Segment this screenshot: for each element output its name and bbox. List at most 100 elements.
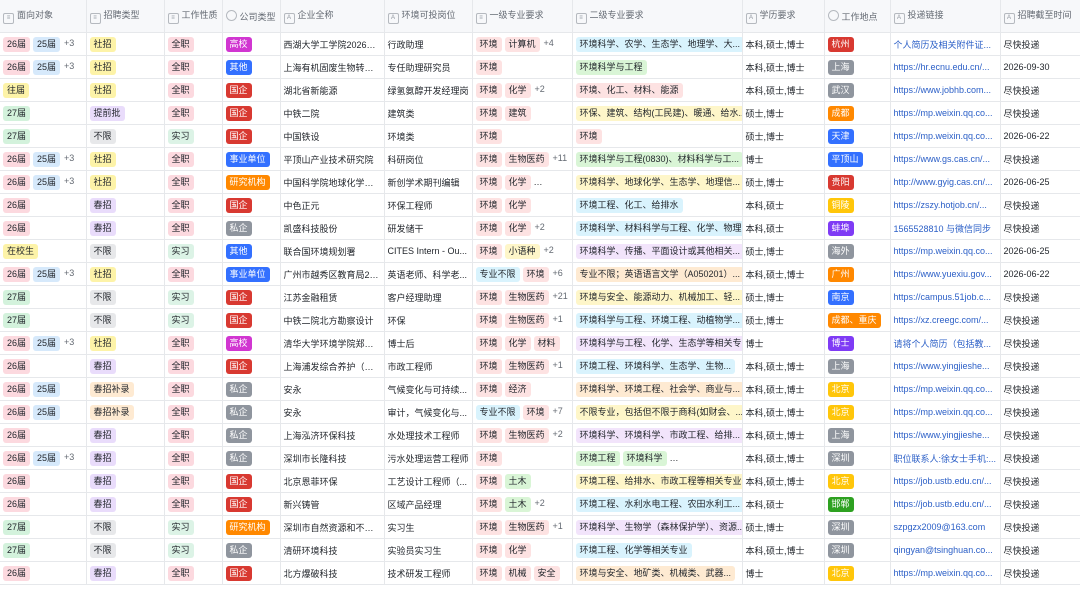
- column-header[interactable]: ≡ 一级专业要求: [472, 0, 573, 33]
- major1-cell[interactable]: 环境 土木 +2: [472, 492, 573, 516]
- column-header[interactable]: ≡ 工作性质: [164, 0, 223, 33]
- position-cell[interactable]: 新创学术期刊编辑: [384, 170, 473, 194]
- table-row[interactable]: 26届 春招 全职 国企 中色正元 环保工程师 环境 化学 环境工程、化工、给排水 本科,硕士 铜陵…: [0, 193, 1080, 217]
- loc-cell[interactable]: 南京: [824, 285, 891, 309]
- ctype-cell[interactable]: 研究机构: [222, 515, 281, 539]
- company-cell[interactable]: 凯盛科技股份: [280, 216, 385, 240]
- table-row[interactable]: 26届 25届 春招补录 全职 私企 安永 气候变化与可持续... 环境 经济 环境科学、环境工程…: [0, 377, 1080, 401]
- loc-cell[interactable]: 平顶山: [824, 147, 891, 171]
- nature-cell[interactable]: 全职: [164, 492, 223, 516]
- nature-cell[interactable]: 全职: [164, 561, 223, 585]
- recruit-cell[interactable]: 春招: [86, 492, 165, 516]
- table-row[interactable]: 在校生 不限 实习 其他 联合国环境规划署 CITES Intern - Ou... 环境小…: [0, 239, 1080, 263]
- major1-cell[interactable]: 环境 生物医药 +11: [472, 147, 573, 171]
- position-cell[interactable]: 水处理技术工程师: [384, 423, 473, 447]
- target-cell[interactable]: 27届: [0, 538, 87, 562]
- major1-cell[interactable]: 专业不限 环境 +6: [472, 262, 573, 286]
- target-cell[interactable]: 26届 25届 +3: [0, 55, 87, 79]
- nature-cell[interactable]: 全职: [164, 170, 223, 194]
- link-cell[interactable]: qingyan@tsinghuan.co...: [890, 538, 1001, 562]
- position-cell[interactable]: 科研岗位: [384, 147, 473, 171]
- company-cell[interactable]: 北方爆破科技: [280, 561, 385, 585]
- ctype-cell[interactable]: 高校: [222, 32, 281, 56]
- loc-cell[interactable]: 北京: [824, 561, 891, 585]
- loc-cell[interactable]: 深圳: [824, 446, 891, 470]
- target-cell[interactable]: 26届: [0, 469, 87, 493]
- loc-cell[interactable]: 杭州: [824, 32, 891, 56]
- major2-cell[interactable]: 环保、建筑、结构(工民建)、暖通、给水...: [572, 101, 743, 125]
- edu-cell[interactable]: 本科,硕士,博士: [742, 469, 825, 493]
- recruit-cell[interactable]: 春招: [86, 354, 165, 378]
- table-row[interactable]: 26届 25届 春招补录 全职 私企 安永 审计，气候变化与... 专业不限 环境 +7 不限专业，…: [0, 400, 1080, 424]
- loc-cell[interactable]: 深圳: [824, 538, 891, 562]
- table-row[interactable]: 26届 春招 全职 国企 新兴铸管 区域产品经理 环境 土木 +2 环境工程、水利水电工程、农田水…: [0, 492, 1080, 516]
- link-cell[interactable]: szpgzx2009@163.com: [890, 515, 1001, 539]
- company-cell[interactable]: 深圳市长隆科技: [280, 446, 385, 470]
- deadline-cell[interactable]: 尽快投递: [1000, 538, 1080, 562]
- deadline-cell[interactable]: 尽快投递: [1000, 354, 1080, 378]
- column-header[interactable]: A 环境可投岗位: [384, 0, 473, 33]
- column-header[interactable]: ≡ 招聘类型: [86, 0, 165, 33]
- recruit-cell[interactable]: 提前批: [86, 101, 165, 125]
- major1-cell[interactable]: 环境 化学 +2: [472, 216, 573, 240]
- ctype-cell[interactable]: 事业单位: [222, 262, 281, 286]
- recruit-cell[interactable]: 春招: [86, 469, 165, 493]
- deadline-cell[interactable]: 尽快投递: [1000, 285, 1080, 309]
- position-cell[interactable]: 区域产品经理: [384, 492, 473, 516]
- major2-cell[interactable]: 环境工程、水利水电工程、农田水利工...: [572, 492, 743, 516]
- loc-cell[interactable]: 广州: [824, 262, 891, 286]
- major2-cell[interactable]: 环境: [572, 124, 743, 148]
- target-cell[interactable]: 26届 25届 +3: [0, 446, 87, 470]
- edu-cell[interactable]: 本科,硕士,博士: [742, 78, 825, 102]
- column-header[interactable]: A 企业全称: [280, 0, 385, 33]
- nature-cell[interactable]: 全职: [164, 78, 223, 102]
- deadline-cell[interactable]: 2026-06-25: [1000, 239, 1080, 263]
- column-header[interactable]: A 学历要求: [742, 0, 825, 33]
- company-cell[interactable]: 中国科学院地球化学研...: [280, 170, 385, 194]
- major2-cell[interactable]: 环境、化工、材料、能源: [572, 78, 743, 102]
- link-cell[interactable]: 1565528810 与微信同步: [890, 216, 1001, 240]
- target-cell[interactable]: 27届: [0, 124, 87, 148]
- loc-cell[interactable]: 上海: [824, 354, 891, 378]
- nature-cell[interactable]: 全职: [164, 354, 223, 378]
- major2-cell[interactable]: 环境工程、环境科学、生态学、生物...: [572, 354, 743, 378]
- position-cell[interactable]: 专任助理研究员: [384, 55, 473, 79]
- company-cell[interactable]: 湖北省新能源: [280, 78, 385, 102]
- table-row[interactable]: 27届 提前批 全职 国企 中铁二院 建筑类 环境 建筑 环保、建筑、结构(工民建)、暖通、给水…: [0, 101, 1080, 125]
- major2-cell[interactable]: 不限专业，包括但不限于商科(如财会、...: [572, 400, 743, 424]
- target-cell[interactable]: 26届 25届 +3: [0, 170, 87, 194]
- loc-cell[interactable]: 北京: [824, 469, 891, 493]
- deadline-cell[interactable]: 尽快投递: [1000, 492, 1080, 516]
- column-header[interactable]: A 投递链接: [890, 0, 1001, 33]
- major2-cell[interactable]: 环境与安全、地矿类、机械类、武器...: [572, 561, 743, 585]
- major1-cell[interactable]: 环境: [472, 124, 573, 148]
- major1-cell[interactable]: 环境: [472, 446, 573, 470]
- recruit-cell[interactable]: 不限: [86, 515, 165, 539]
- edu-cell[interactable]: 本科,硕士: [742, 492, 825, 516]
- deadline-cell[interactable]: 尽快投递: [1000, 216, 1080, 240]
- major1-cell[interactable]: 环境: [472, 55, 573, 79]
- nature-cell[interactable]: 全职: [164, 101, 223, 125]
- ctype-cell[interactable]: 国企: [222, 354, 281, 378]
- edu-cell[interactable]: 本科,硕士,博士: [742, 423, 825, 447]
- table-row[interactable]: 26届 春招 全职 私企 上海泓济环保科技 水处理技术工程师 环境 生物医药 +2 环境科学、环境…: [0, 423, 1080, 447]
- nature-cell[interactable]: 实习: [164, 124, 223, 148]
- deadline-cell[interactable]: 尽快投递: [1000, 308, 1080, 332]
- loc-cell[interactable]: 海外: [824, 239, 891, 263]
- loc-cell[interactable]: 蚌埠: [824, 216, 891, 240]
- deadline-cell[interactable]: 尽快投递: [1000, 147, 1080, 171]
- deadline-cell[interactable]: 尽快投递: [1000, 515, 1080, 539]
- target-cell[interactable]: 26届: [0, 216, 87, 240]
- edu-cell[interactable]: 本科,硕士,博士: [742, 538, 825, 562]
- link-cell[interactable]: https://job.ustb.edu.cn/...: [890, 492, 1001, 516]
- table-row[interactable]: 26届 25届 +3 社招 全职 高校 西湖大学工学院2026年... 行政助理 环境 计算机 +4…: [0, 32, 1080, 56]
- link-cell[interactable]: http://www.gyig.cas.cn/...: [890, 170, 1001, 194]
- position-cell[interactable]: 环保工程师: [384, 193, 473, 217]
- nature-cell[interactable]: 实习: [164, 239, 223, 263]
- major1-cell[interactable]: 环境 土木: [472, 469, 573, 493]
- link-cell[interactable]: 个人简历及相关附件证...: [890, 32, 1001, 56]
- deadline-cell[interactable]: 尽快投递: [1000, 377, 1080, 401]
- company-cell[interactable]: 广州市越秀区教育局20...: [280, 262, 385, 286]
- loc-cell[interactable]: 武汉: [824, 78, 891, 102]
- position-cell[interactable]: 审计，气候变化与...: [384, 400, 473, 424]
